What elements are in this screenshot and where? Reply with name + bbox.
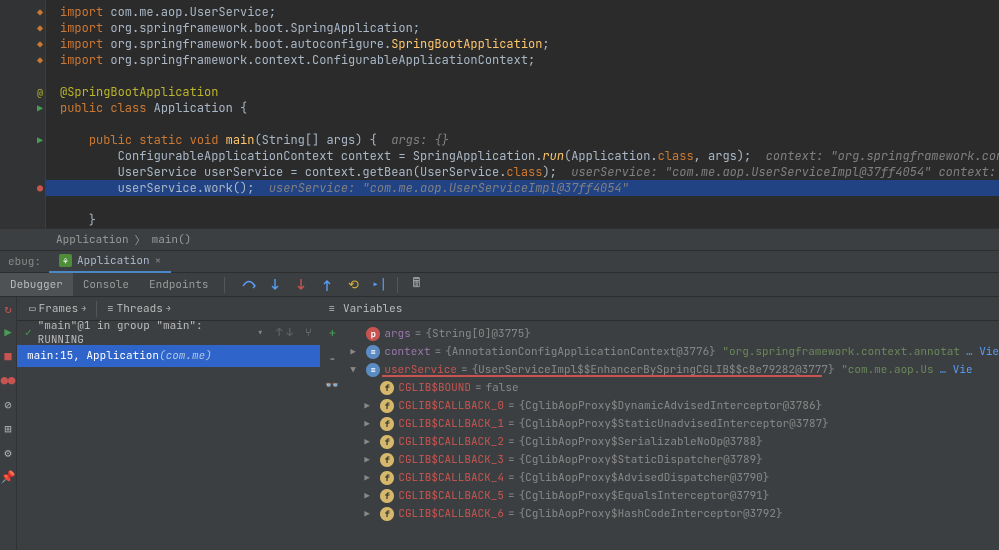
expand-icon[interactable]: ▶ — [364, 418, 376, 430]
field-icon: f — [380, 507, 394, 521]
variable-row[interactable]: ▶fCGLIB$CALLBACK_3={CglibAopProxy$Static… — [344, 451, 999, 469]
gutter-marker-icon: ◆ — [37, 36, 43, 52]
stack-frame[interactable]: main:15, Application (com.me) — [17, 345, 320, 367]
expand-icon[interactable]: ▶ — [364, 400, 376, 412]
field-icon: f — [380, 489, 394, 503]
tab-endpoints[interactable]: Endpoints — [139, 273, 218, 296]
step-over-icon[interactable] — [241, 277, 257, 293]
field-icon: f — [380, 417, 394, 431]
editor-gutter: ◆ ◆ ◆ ◆ @ ▶ ▶ ● — [0, 0, 46, 228]
settings-icon[interactable]: ⚙ — [0, 445, 16, 461]
stop-icon[interactable]: ■ — [0, 349, 16, 365]
collapse-icon[interactable]: ▼ — [350, 364, 362, 376]
variable-row[interactable]: ▶fCGLIB$CALLBACK_5={CglibAopProxy$Equals… — [344, 487, 999, 505]
layout-icon[interactable]: ⊞ — [0, 421, 16, 437]
code-editor[interactable]: ◆ ◆ ◆ ◆ @ ▶ ▶ ● import com.me.aop.UserSe… — [0, 0, 999, 228]
breakpoint-icon[interactable]: ● — [37, 180, 43, 196]
run-to-cursor-icon[interactable]: ▸| — [371, 277, 387, 293]
check-icon: ✓ — [25, 326, 32, 340]
prev-frame-icon[interactable]: ↑ — [276, 326, 283, 340]
field-icon: f — [380, 471, 394, 485]
highlight-underline — [382, 375, 822, 377]
debug-body: ↻ ▶ ■ ●● ⊘ ⊞ ⚙ 📌 ▭ Frames → ≡ Threads → … — [0, 296, 999, 550]
frames-header: ▭ Frames → ≡ Threads → — [17, 297, 320, 321]
dropdown-icon[interactable]: ▾ — [257, 325, 264, 341]
remove-watch-icon[interactable]: − — [324, 351, 340, 367]
run-class-icon[interactable]: ▶ — [37, 100, 43, 116]
expand-icon[interactable]: ▶ — [364, 454, 376, 466]
field-icon: f — [380, 435, 394, 449]
variable-row[interactable]: ▶fCGLIB$CALLBACK_4={CglibAopProxy$Advise… — [344, 469, 999, 487]
step-out-icon[interactable] — [319, 277, 335, 293]
step-into-icon[interactable] — [267, 277, 283, 293]
thread-selector[interactable]: ✓ "main"@1 in group "main": RUNNING ▾ ↑↓… — [17, 321, 320, 345]
variables-toolbar: + − 👓 — [320, 321, 344, 550]
spring-icon: ⚘ — [59, 254, 72, 267]
param-icon: p — [366, 327, 380, 341]
tab-label: Application — [77, 254, 150, 268]
watches-icon[interactable]: 👓 — [324, 377, 340, 393]
close-icon[interactable]: × — [155, 254, 162, 268]
gutter-marker-icon: ◆ — [37, 20, 43, 36]
variables-header: ≡Variables — [320, 297, 999, 321]
frames-panel: ▭ Frames → ≡ Threads → ✓ "main"@1 in gro… — [17, 297, 320, 550]
breakpoints-icon[interactable]: ●● — [0, 373, 16, 389]
drop-frame-icon[interactable]: ⟲ — [345, 277, 361, 293]
variable-row[interactable]: ▶fCGLIB$CALLBACK_1={CglibAopProxy$Static… — [344, 415, 999, 433]
run-config-tab[interactable]: ⚘ Application × — [49, 251, 171, 273]
code-area[interactable]: import com.me.aop.UserService; import or… — [46, 0, 999, 228]
field-icon: f — [380, 381, 394, 395]
add-watch-icon[interactable]: + — [324, 325, 340, 341]
debug-tool-header: ebug: ⚘ Application × — [0, 250, 999, 272]
mute-breakpoints-icon[interactable]: ⊘ — [0, 397, 16, 413]
variables-tree[interactable]: p args={String[0]@3775} ▶≡ context={Anno… — [344, 321, 999, 550]
expand-icon[interactable]: ▶ — [364, 436, 376, 448]
evaluate-icon[interactable]: 🖩 — [408, 277, 424, 293]
run-method-icon[interactable]: ▶ — [37, 132, 43, 148]
field-icon: f — [380, 453, 394, 467]
debug-tabs: Debugger Console Endpoints ⟲ ▸| 🖩 — [0, 272, 999, 296]
object-icon: ≡ — [366, 345, 380, 359]
object-icon: ≡ — [366, 363, 380, 377]
force-step-into-icon[interactable] — [293, 277, 309, 293]
expand-icon[interactable]: ▶ — [350, 346, 362, 358]
variable-row[interactable]: ▶fCGLIB$CALLBACK_0={CglibAopProxy$Dynami… — [344, 397, 999, 415]
field-icon: f — [380, 399, 394, 413]
breadcrumb-item[interactable]: Application — [50, 233, 135, 247]
gutter-marker-icon: ◆ — [37, 52, 43, 68]
breadcrumb[interactable]: Application〉 main() — [0, 228, 999, 250]
thread-label: "main"@1 in group "main": RUNNING — [38, 319, 251, 347]
tab-console[interactable]: Console — [73, 273, 139, 296]
variable-row[interactable]: p args={String[0]@3775} — [344, 325, 999, 343]
variables-panel: ≡Variables + − 👓 p args={String[0]@3775}… — [320, 297, 999, 550]
rerun-icon[interactable]: ↻ — [0, 301, 16, 317]
resume-icon[interactable]: ▶ — [0, 325, 16, 341]
gutter-marker-icon: ◆ — [37, 4, 43, 20]
variable-row[interactable]: ▶fCGLIB$CALLBACK_2={CglibAopProxy$Serial… — [344, 433, 999, 451]
gutter-annotation-icon: @ — [37, 84, 43, 100]
tab-debugger[interactable]: Debugger — [0, 273, 73, 296]
breadcrumb-item[interactable]: main() — [146, 233, 198, 247]
variable-row[interactable]: ▶fCGLIB$CALLBACK_6={CglibAopProxy$HashCo… — [344, 505, 999, 523]
filter-icon[interactable]: ⑂ — [305, 326, 312, 340]
variable-row[interactable]: ▶≡ context={AnnotationConfigApplicationC… — [344, 343, 999, 361]
next-frame-icon[interactable]: ↓ — [286, 326, 293, 340]
pin-icon[interactable]: 📌 — [0, 469, 16, 485]
debug-label: ebug: — [0, 255, 49, 269]
expand-icon[interactable]: ▶ — [364, 508, 376, 520]
threads-dropdown[interactable]: ≡ Threads → — [101, 300, 177, 318]
expand-icon[interactable]: ▶ — [364, 490, 376, 502]
frames-dropdown[interactable]: ▭ Frames → — [23, 300, 92, 318]
variable-row[interactable]: f CGLIB$BOUND=false — [344, 379, 999, 397]
debug-side-toolbar: ↻ ▶ ■ ●● ⊘ ⊞ ⚙ 📌 — [0, 297, 17, 550]
expand-icon[interactable]: ▶ — [364, 472, 376, 484]
